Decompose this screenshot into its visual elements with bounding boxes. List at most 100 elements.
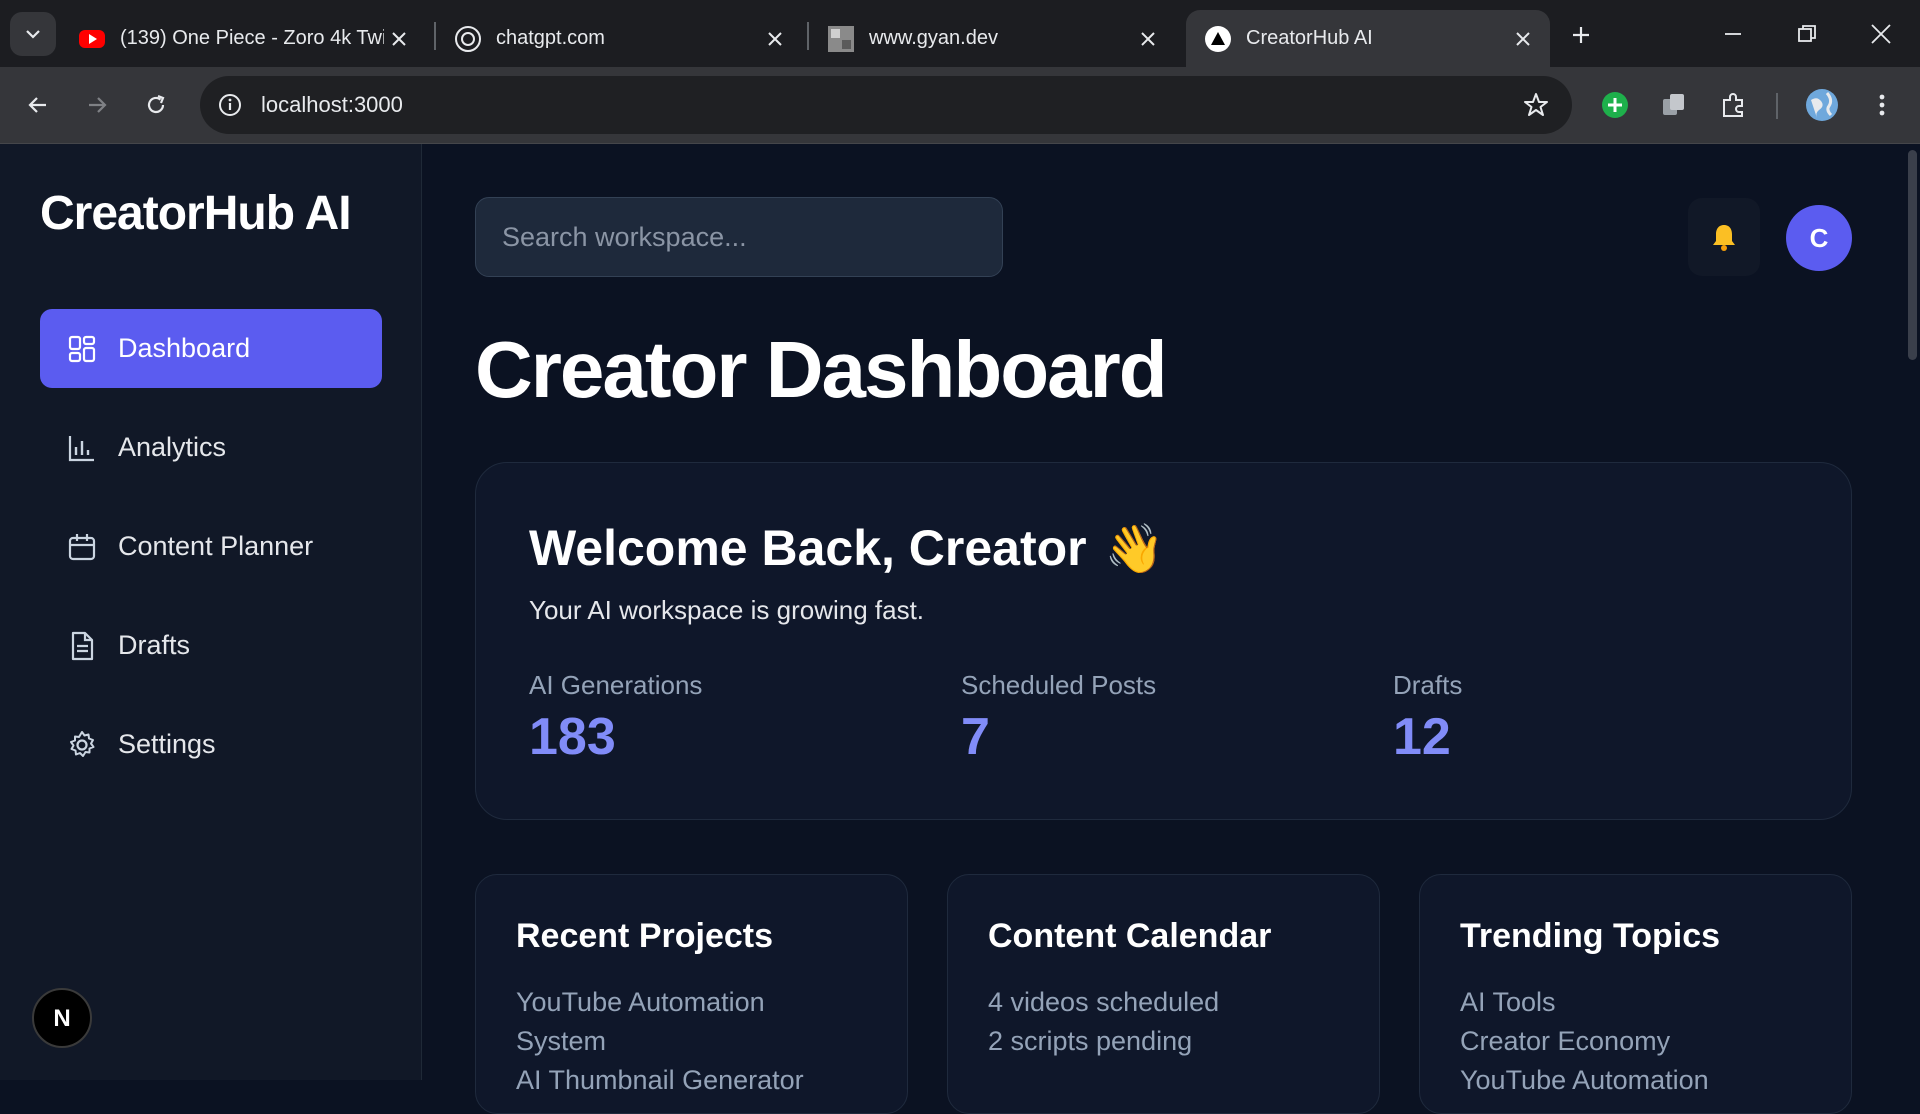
more-vert-icon	[1879, 94, 1885, 116]
close-icon[interactable]	[1508, 24, 1538, 54]
list-item[interactable]: AI Tools	[1460, 983, 1820, 1022]
reload-icon	[147, 94, 165, 114]
browser-tab-active[interactable]: CreatorHub AI	[1186, 10, 1550, 67]
browser-tab[interactable]: chatgpt.com	[436, 10, 802, 67]
list-item[interactable]: YouTube Automation	[516, 983, 876, 1022]
chevron-down-icon	[26, 30, 40, 39]
nextjs-dev-badge[interactable]: N	[32, 988, 92, 1048]
list-item[interactable]: Creator Economy	[1460, 1022, 1820, 1061]
new-tab-button[interactable]	[1563, 17, 1599, 53]
url-text[interactable]: localhost:3000	[261, 92, 403, 118]
sidebar-item-label: Drafts	[118, 630, 191, 660]
card-list: AI Tools Creator Economy YouTube Automat…	[1460, 983, 1820, 1100]
minimize-button[interactable]	[1696, 0, 1770, 67]
list-item[interactable]: AI Thumbnail Generator	[516, 1061, 876, 1100]
sidebar-item-label: Settings	[118, 729, 216, 759]
browser-tab-strip: (139) One Piece - Zoro 4k Twi chatgpt.co…	[0, 0, 1920, 67]
user-avatar[interactable]: C	[1786, 205, 1852, 271]
card-title: Trending Topics	[1460, 917, 1721, 955]
welcome-title: Welcome Back, Creator	[529, 520, 1087, 576]
recent-projects-card: Recent Projects YouTube Automation Syste…	[475, 874, 908, 1114]
tab-title: CreatorHub AI	[1246, 27, 1373, 49]
document-icon	[66, 630, 98, 662]
close-icon[interactable]	[760, 24, 790, 54]
chatgpt-icon	[455, 25, 481, 52]
back-button[interactable]	[15, 82, 61, 128]
extension-add-button[interactable]	[1592, 82, 1638, 128]
arrow-left-icon	[28, 97, 46, 113]
browser-menu-button[interactable]	[1859, 82, 1905, 128]
forward-button[interactable]	[74, 82, 120, 128]
browser-toolbar: localhost:3000	[0, 67, 1920, 144]
stat-drafts: Drafts 12	[1393, 670, 1462, 767]
stat-value: 183	[529, 708, 616, 766]
youtube-icon	[79, 29, 105, 48]
page-thumbnail-icon	[828, 25, 854, 52]
nextjs-n-icon: N	[53, 1005, 70, 1032]
extensions-button[interactable]	[1711, 82, 1757, 128]
globe-avatar-icon	[1806, 89, 1838, 121]
stat-value: 12	[1393, 708, 1451, 766]
restore-icon	[1798, 24, 1816, 42]
close-icon[interactable]	[1133, 24, 1163, 54]
card-list: 4 videos scheduled 2 scripts pending	[988, 983, 1348, 1061]
reload-button[interactable]	[133, 82, 179, 128]
welcome-card: Welcome Back, Creator 👋 Your AI workspac…	[475, 462, 1852, 820]
profile-button[interactable]	[1799, 82, 1845, 128]
sidebar-item-drafts[interactable]: Drafts	[40, 606, 382, 685]
page-title: Creator Dashboard	[475, 325, 1168, 414]
list-item[interactable]: System	[516, 1022, 876, 1061]
nextjs-triangle-icon	[1205, 25, 1231, 52]
bookmark-star-icon[interactable]	[1520, 89, 1552, 121]
extension-copy-button[interactable]	[1651, 82, 1697, 128]
stat-value: 7	[961, 708, 990, 766]
close-window-button[interactable]	[1844, 0, 1918, 67]
sidebar-item-settings[interactable]: Settings	[40, 705, 382, 784]
stat-scheduled-posts: Scheduled Posts 7	[961, 670, 1156, 767]
browser-tab[interactable]: www.gyan.dev	[809, 10, 1175, 67]
sidebar-item-analytics[interactable]: Analytics	[40, 408, 382, 487]
stat-ai-generations: AI Generations 183	[529, 670, 702, 767]
tab-title: (139) One Piece - Zoro 4k Twi	[120, 27, 384, 49]
trending-topics-card: Trending Topics AI Tools Creator Economy…	[1419, 874, 1852, 1114]
sidebar-item-dashboard[interactable]: Dashboard	[40, 309, 382, 388]
list-item[interactable]: 4 videos scheduled	[988, 983, 1348, 1022]
waving-hand-emoji: 👋	[1104, 522, 1165, 576]
stat-label: Drafts	[1393, 670, 1463, 700]
card-title: Content Calendar	[988, 917, 1272, 955]
welcome-subtitle: Your AI workspace is growing fast.	[529, 595, 925, 625]
welcome-heading: Welcome Back, Creator 👋	[529, 519, 1164, 577]
search-input[interactable]	[475, 197, 1003, 277]
tab-title: chatgpt.com	[496, 27, 605, 49]
sidebar-item-content-planner[interactable]: Content Planner	[40, 507, 382, 586]
page-scrollbar[interactable]	[1905, 144, 1920, 1080]
puzzle-icon	[1723, 93, 1743, 117]
toolbar-divider	[1776, 93, 1778, 119]
tab-search-button[interactable]	[10, 12, 56, 56]
content-calendar-card: Content Calendar 4 videos scheduled 2 sc…	[947, 874, 1380, 1114]
address-bar[interactable]: localhost:3000	[200, 76, 1572, 134]
scrollbar-thumb[interactable]	[1908, 150, 1917, 360]
stat-label: AI Generations	[529, 670, 703, 700]
notifications-button[interactable]	[1688, 198, 1760, 276]
arrow-right-icon	[89, 97, 107, 113]
site-info-icon[interactable]	[214, 89, 246, 121]
calendar-icon	[66, 531, 98, 563]
sidebar: CreatorHub AI Dashboard Analytics Conten…	[0, 144, 422, 1080]
sidebar-item-label: Content Planner	[118, 531, 314, 561]
list-item[interactable]: 2 scripts pending	[988, 1022, 1348, 1061]
sidebar-item-label: Analytics	[118, 432, 227, 462]
app-root: CreatorHub AI Dashboard Analytics Conten…	[0, 144, 1920, 1114]
plus-icon	[1573, 27, 1589, 43]
stat-label: Scheduled Posts	[961, 670, 1157, 700]
list-item[interactable]: YouTube Automation	[1460, 1061, 1820, 1100]
main-content: C Creator Dashboard Welcome Back, Creato…	[423, 144, 1920, 1114]
close-icon	[1871, 23, 1891, 44]
minimize-icon	[1725, 32, 1741, 35]
app-logo[interactable]: CreatorHub AI	[40, 186, 352, 241]
copy-pages-icon	[1663, 94, 1684, 115]
close-icon[interactable]	[384, 24, 414, 54]
browser-tab[interactable]: (139) One Piece - Zoro 4k Twi	[60, 10, 426, 67]
svg-text:N: N	[53, 1005, 70, 1032]
restore-button[interactable]	[1770, 0, 1844, 67]
